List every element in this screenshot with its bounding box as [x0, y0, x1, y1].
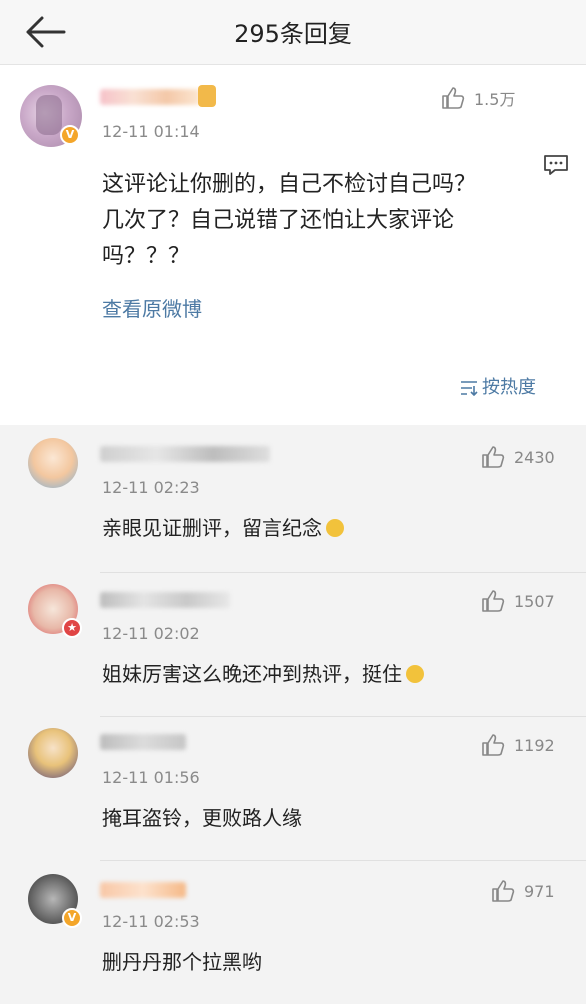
page-title: 295条回复 [234, 20, 352, 48]
avatar[interactable] [28, 438, 78, 488]
view-original-link[interactable]: 查看原微博 [102, 293, 202, 322]
reply-item: ★ 1507 12-11 02:02 姐妹厉害这么晚还冲到热评，挺住 [0, 572, 586, 716]
like-button[interactable]: 971 [490, 878, 555, 904]
comment-text-line: 几次了？自己说错了还怕让大家评论 [102, 208, 455, 233]
comment-button[interactable] [542, 153, 570, 177]
reply-text: 姐妹厉害这么晚还冲到热评，挺住 [102, 658, 424, 687]
comment-time: 12-11 01:14 [102, 122, 200, 141]
like-count: 1.5万 [474, 90, 516, 109]
like-button[interactable]: 1507 [480, 588, 555, 614]
reply-item: V 971 12-11 02:53 删丹丹那个拉黑哟 [0, 860, 586, 1004]
username-blurred[interactable] [100, 446, 270, 462]
username-blurred[interactable] [100, 89, 200, 105]
like-count: 1192 [514, 735, 555, 755]
username-blurred[interactable] [100, 734, 186, 750]
main-comment: V 12-11 01:14 1.5万 这评论让你删的，自己不检讨自己吗？ 几次了… [0, 65, 586, 425]
sort-label: 按热度 [482, 377, 536, 398]
comment-text: 这评论让你删的，自己不检讨自己吗？ 几次了？自己说错了还怕让大家评论 吗？？？ [102, 167, 542, 275]
reply-text-content: 姐妹厉害这么晚还冲到热评，挺住 [102, 662, 402, 686]
divider [100, 572, 586, 573]
divider [100, 860, 586, 861]
reply-text: 删丹丹那个拉黑哟 [102, 950, 262, 974]
reply-item: 1192 12-11 01:56 掩耳盗铃，更败路人缘 [0, 716, 586, 860]
thumb-up-icon [482, 446, 505, 468]
like-button[interactable]: 1.5万 [440, 85, 515, 111]
reply-item: 2430 12-11 02:23 亲眼见证删评，留言纪念 [0, 428, 586, 572]
like-count: 2430 [514, 447, 555, 467]
thumb-up-icon [482, 734, 505, 756]
comment-text-line: 这评论让你删的，自己不检讨自己吗？ [102, 172, 477, 197]
laughing-emoji-icon [406, 665, 424, 683]
like-button[interactable]: 1192 [480, 732, 555, 758]
username-blurred[interactable] [100, 882, 186, 898]
verified-badge-icon: ★ [62, 618, 82, 638]
comment-text-line: 吗？？？ [102, 244, 191, 269]
like-button[interactable]: 2430 [480, 444, 555, 470]
avatar[interactable] [28, 728, 78, 778]
top-bar: 295条回复 [0, 0, 586, 65]
reply-text: 掩耳盗铃，更败路人缘 [102, 806, 302, 830]
verified-badge-icon: V [60, 125, 80, 145]
sort-icon [461, 381, 478, 397]
thumb-up-icon [482, 590, 505, 612]
sort-button[interactable]: 按热度 [460, 373, 536, 399]
verified-badge-icon: V [62, 908, 82, 928]
reply-time: 12-11 02:02 [102, 624, 200, 643]
divider [100, 716, 586, 717]
like-count: 971 [524, 881, 555, 901]
comment-icon [544, 155, 568, 175]
username-blurred[interactable] [100, 592, 230, 608]
member-badge-icon [198, 85, 216, 107]
thumb-up-icon [442, 87, 465, 109]
reply-time: 12-11 01:56 [102, 768, 200, 787]
reply-text: 亲眼见证删评，留言纪念 [102, 512, 344, 541]
reply-text-content: 亲眼见证删评，留言纪念 [102, 516, 322, 540]
like-count: 1507 [514, 591, 555, 611]
reply-time: 12-11 02:53 [102, 912, 200, 931]
doge-emoji-icon [326, 519, 344, 537]
reply-time: 12-11 02:23 [102, 478, 200, 497]
thumb-up-icon [492, 880, 515, 902]
